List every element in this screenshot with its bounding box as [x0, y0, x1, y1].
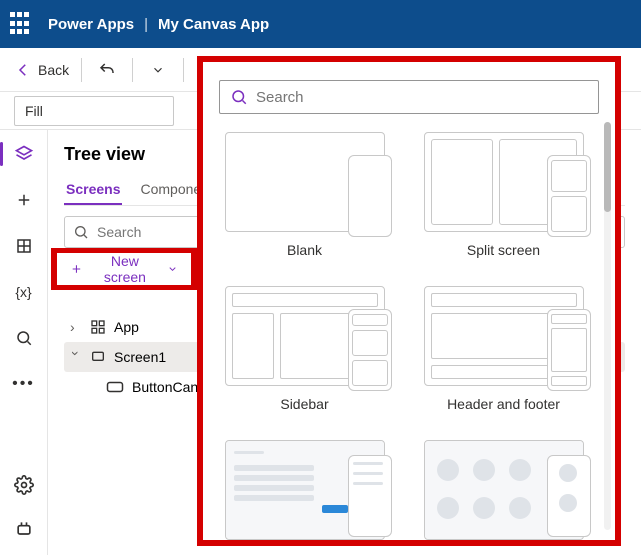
template-label: Split screen	[467, 242, 540, 258]
template-form[interactable]	[219, 440, 390, 540]
property-selector[interactable]: Fill	[14, 96, 174, 126]
new-screen-button[interactable]: New screen	[57, 253, 191, 285]
rail-insert[interactable]	[10, 186, 38, 214]
chevron-right-icon: ›	[70, 319, 82, 335]
template-thumb	[424, 440, 584, 540]
template-thumb	[225, 440, 385, 540]
back-label: Back	[38, 62, 69, 78]
scrollbar-thumb[interactable]	[604, 122, 611, 212]
title-bar: Power Apps | My Canvas App	[0, 0, 641, 48]
template-sidebar[interactable]: Sidebar	[219, 286, 390, 412]
template-label: Sidebar	[280, 396, 328, 412]
search-icon	[230, 88, 248, 106]
property-name: Fill	[25, 103, 43, 119]
title-divider: |	[144, 16, 148, 33]
rail-variables[interactable]: {x}	[10, 278, 38, 306]
template-search[interactable]	[219, 80, 599, 114]
back-button[interactable]: Back	[14, 61, 69, 79]
separator	[81, 58, 82, 82]
rail-search[interactable]	[10, 324, 38, 352]
grid-icon	[15, 237, 33, 255]
phone-overlay-icon	[348, 455, 392, 537]
separator	[183, 58, 184, 82]
ellipsis-icon: •••	[12, 375, 35, 393]
phone-overlay-icon	[348, 155, 392, 237]
template-label: Blank	[287, 242, 322, 258]
button-icon	[106, 380, 124, 394]
phone-overlay-icon	[547, 455, 591, 537]
popup-scrollbar[interactable]	[604, 122, 611, 530]
app-launcher-icon[interactable]	[10, 12, 34, 36]
template-thumb	[225, 286, 385, 386]
template-gallery[interactable]	[418, 440, 589, 540]
plus-icon	[70, 262, 83, 276]
search-icon	[15, 329, 33, 347]
tree-label: App	[114, 319, 139, 335]
search-icon	[73, 224, 89, 240]
template-header-footer[interactable]: Header and footer	[418, 286, 589, 412]
tree-label: Screen1	[114, 349, 166, 365]
new-screen-popup: Blank Split screen	[203, 62, 615, 540]
chevron-down-icon	[151, 63, 165, 77]
template-grid: Blank Split screen	[219, 132, 599, 540]
template-search-input[interactable]	[256, 89, 588, 106]
template-thumb	[424, 286, 584, 386]
template-thumb	[424, 132, 584, 232]
app-title: Power Apps | My Canvas App	[48, 16, 269, 33]
template-split-screen[interactable]: Split screen	[418, 132, 589, 258]
layers-icon	[14, 144, 34, 164]
chevron-down-icon	[167, 263, 178, 275]
rail-more[interactable]: •••	[10, 370, 38, 398]
separator	[132, 58, 133, 82]
document-name: My Canvas App	[158, 16, 269, 33]
variables-icon: {x}	[15, 284, 31, 300]
template-label: Header and footer	[447, 396, 560, 412]
back-arrow-icon	[14, 61, 32, 79]
undo-icon	[98, 61, 116, 79]
undo-dropdown[interactable]	[145, 57, 171, 83]
virtual-agent-icon	[14, 519, 34, 539]
gear-icon	[14, 475, 34, 495]
product-name: Power Apps	[48, 16, 134, 33]
undo-button[interactable]	[94, 57, 120, 83]
highlight-new-screen: New screen	[51, 248, 197, 290]
new-screen-label: New screen	[91, 253, 159, 285]
app-icon	[90, 319, 106, 335]
phone-overlay-icon	[547, 309, 591, 391]
rail-data[interactable]	[10, 232, 38, 260]
rail-tree-view[interactable]	[10, 140, 38, 168]
chevron-down-icon: ›	[68, 351, 84, 363]
template-blank[interactable]: Blank	[219, 132, 390, 258]
screen-icon	[90, 349, 106, 365]
phone-overlay-icon	[547, 155, 591, 237]
highlight-new-screen-popup: Blank Split screen	[197, 56, 621, 546]
rail-settings[interactable]	[10, 471, 38, 499]
left-rail: {x} •••	[0, 130, 48, 555]
template-thumb	[225, 132, 385, 232]
phone-overlay-icon	[348, 309, 392, 391]
plus-icon	[15, 191, 33, 209]
rail-help[interactable]	[10, 515, 38, 543]
tab-screens[interactable]: Screens	[64, 175, 122, 205]
